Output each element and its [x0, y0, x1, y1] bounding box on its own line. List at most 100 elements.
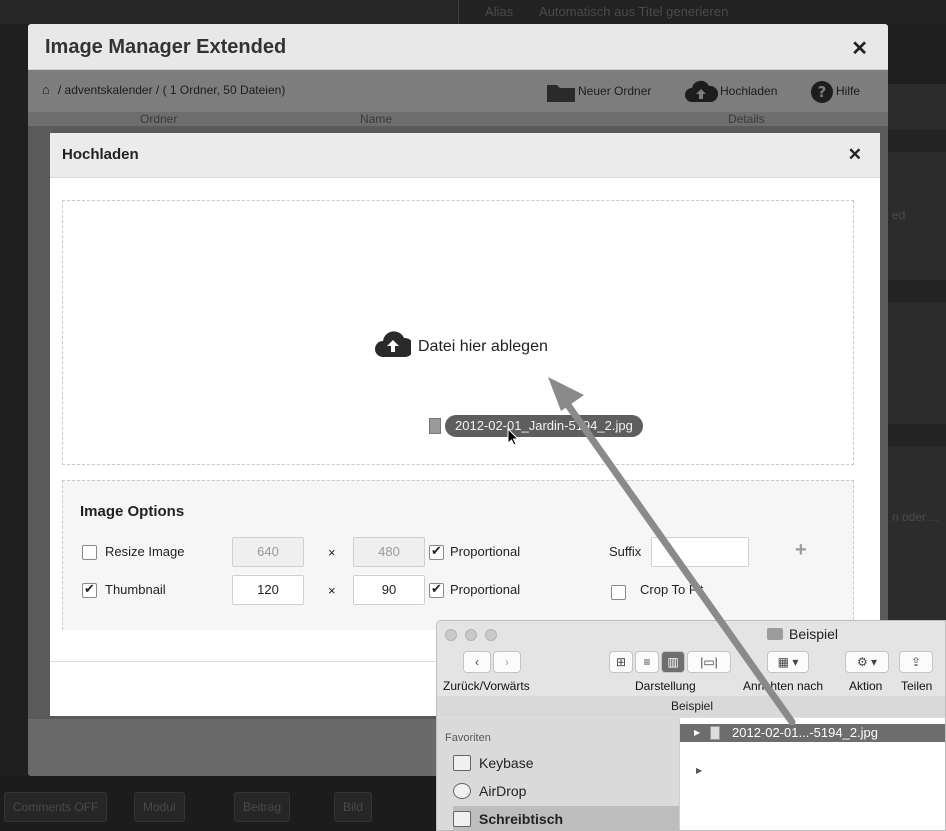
thumbnail-row: Thumbnail 120 × 90 Proportional Crop To …	[63, 573, 855, 607]
action-button[interactable]: ⚙ ▾	[845, 651, 889, 673]
upload-dialog-close-button[interactable]: ✕	[848, 145, 862, 165]
resize-proportional-checkbox[interactable]	[429, 543, 444, 560]
file-name: 2012-02-01...-5194_2.jpg	[732, 725, 879, 740]
arrange-label: Anrichten nach	[743, 679, 824, 693]
comments-button[interactable]: Comments OFF	[4, 792, 108, 822]
drop-zone-label: Datei hier ablegen	[418, 338, 548, 355]
upload-dialog-header: Hochladen ✕	[50, 133, 880, 178]
details-column-label: Details	[728, 112, 765, 126]
bild-button[interactable]: Bild	[334, 792, 373, 822]
cloud-upload-icon	[685, 80, 719, 102]
name-column-label[interactable]: Name	[360, 112, 392, 126]
finder-window-title: Beispiel	[767, 626, 838, 642]
times-sign: ×	[328, 583, 336, 598]
column-header: Ordner Name Details	[28, 112, 888, 126]
upload-button[interactable]: Hochladen	[684, 78, 777, 104]
finder-toolbar: Beispiel ‹ › Zurück/Vorwärts ⊞ ≡ ▥ |▭| D…	[437, 621, 945, 717]
share-label: Teilen	[901, 679, 933, 693]
finder-file-list: ▶ 2012-02-01...-5194_2.jpg ▶	[679, 718, 945, 830]
help-icon: ?	[811, 80, 833, 103]
airdrop-icon	[453, 783, 471, 799]
image-options-panel: Image Options Resize Image 640 × 480 Pro…	[62, 480, 854, 630]
breadcrumb-path[interactable]: / adventskalender / ( 1 Ordner, 50 Datei…	[58, 83, 285, 97]
background-strip	[888, 130, 946, 152]
resize-image-checkbox[interactable]	[82, 545, 97, 560]
thumbnail-proportional-checkbox[interactable]	[429, 581, 444, 598]
sidebar-item-label: AirDrop	[479, 783, 527, 799]
resize-width-input[interactable]: 640	[232, 537, 304, 567]
beitrag-button[interactable]: Beitrag	[234, 792, 291, 822]
image-options-title: Image Options	[80, 503, 185, 520]
home-icon[interactable]: ⌂	[42, 82, 50, 97]
suffix-input[interactable]	[651, 537, 749, 567]
view-label: Darstellung	[635, 679, 696, 693]
gallery-view-button[interactable]: |▭|	[687, 651, 731, 673]
alias-field: Alias Automatisch aus Titel generieren	[458, 0, 946, 24]
thumbnail-checkbox[interactable]	[82, 581, 97, 598]
resize-image-label: Resize Image	[105, 544, 185, 559]
suffix-label: Suffix	[609, 544, 642, 559]
file-row[interactable]: ▶ 2012-02-01...-5194_2.jpg	[680, 724, 945, 742]
resize-row: Resize Image 640 × 480 Proportional Suff…	[63, 535, 855, 569]
sidebar-item-keybase[interactable]: Keybase	[453, 750, 679, 776]
share-button[interactable]: ⇪	[899, 651, 933, 673]
crop-to-fit-checkbox[interactable]	[611, 585, 626, 600]
upload-label: Hochladen	[720, 84, 778, 98]
back-button[interactable]: ‹	[463, 651, 491, 673]
background-form-top: Alias Automatisch aus Titel generieren	[0, 0, 946, 24]
disclosure-triangle-icon[interactable]: ▶	[696, 766, 702, 775]
image-manager-header: Image Manager Extended ✕	[28, 24, 888, 70]
background-strip	[888, 424, 946, 446]
image-file-icon	[429, 418, 441, 434]
icon-view-button[interactable]: ⊞	[609, 651, 633, 673]
crop-to-fit-label: Crop To Fit	[640, 582, 704, 597]
back-forward-label: Zurück/Vorwärts	[443, 679, 530, 693]
finder-sidebar: Favoriten Keybase AirDrop Schreibtisch	[437, 718, 679, 830]
sidebar-item-schreibtisch[interactable]: Schreibtisch	[453, 806, 679, 830]
times-sign: ×	[328, 545, 336, 560]
breadcrumb: ⌂ / adventskalender / ( 1 Ordner, 50 Date…	[42, 82, 285, 97]
new-folder-button[interactable]: Neuer Ordner	[546, 78, 651, 104]
folder-column-label: Ordner	[140, 112, 178, 126]
new-folder-label: Neuer Ordner	[578, 84, 652, 98]
folder-icon	[767, 628, 783, 640]
thumbnail-proportional-label: Proportional	[450, 582, 521, 597]
forward-button[interactable]: ›	[493, 651, 521, 673]
resize-height-input[interactable]: 480	[353, 537, 425, 567]
add-icon[interactable]: +	[795, 539, 807, 562]
image-manager-title: Image Manager Extended	[45, 36, 287, 58]
sidebar-item-label: Schreibtisch	[479, 811, 564, 827]
sidebar-item-airdrop[interactable]: AirDrop	[453, 778, 679, 804]
close-window-icon[interactable]	[445, 629, 457, 641]
finder-window: Beispiel ‹ › Zurück/Vorwärts ⊞ ≡ ▥ |▭| D…	[436, 620, 946, 831]
image-manager-toolbar: ⌂ / adventskalender / ( 1 Ordner, 50 Date…	[28, 70, 888, 112]
sidebar-item-label: Keybase	[479, 755, 534, 771]
list-view-button[interactable]: ≡	[635, 651, 659, 673]
help-button[interactable]: ? Hilfe	[810, 78, 860, 104]
arrange-button[interactable]: ▦ ▾	[767, 651, 809, 673]
svg-text:?: ?	[818, 83, 827, 101]
alias-value: Automatisch aus Titel generieren	[539, 4, 729, 19]
zoom-window-icon[interactable]	[485, 629, 497, 641]
keybase-icon	[453, 755, 471, 771]
background-strip	[888, 280, 946, 302]
finder-title-text: Beispiel	[789, 626, 839, 642]
favorites-header: Favoriten	[445, 732, 491, 744]
thumbnail-height-input[interactable]: 90	[353, 575, 425, 605]
minimize-window-icon[interactable]	[465, 629, 477, 641]
folder-icon	[547, 84, 575, 102]
image-manager-close-button[interactable]: ✕	[851, 36, 868, 61]
thumbnail-width-input[interactable]: 120	[232, 575, 304, 605]
modul-button[interactable]: Modul	[134, 792, 185, 822]
cursor-icon	[507, 428, 520, 446]
resize-proportional-label: Proportional	[450, 544, 521, 559]
background-text: n oder ...	[892, 510, 940, 524]
background-text: ed	[892, 208, 906, 222]
cloud-upload-icon	[375, 331, 411, 357]
column-view-button[interactable]: ▥	[661, 651, 685, 673]
desktop-icon	[453, 811, 471, 827]
image-file-icon	[710, 726, 720, 740]
disclosure-triangle-icon[interactable]: ▶	[694, 724, 700, 742]
alias-label: Alias	[485, 4, 514, 19]
drop-zone[interactable]: Datei hier ablegen 2012-02-01_Jardin-519…	[62, 200, 854, 465]
